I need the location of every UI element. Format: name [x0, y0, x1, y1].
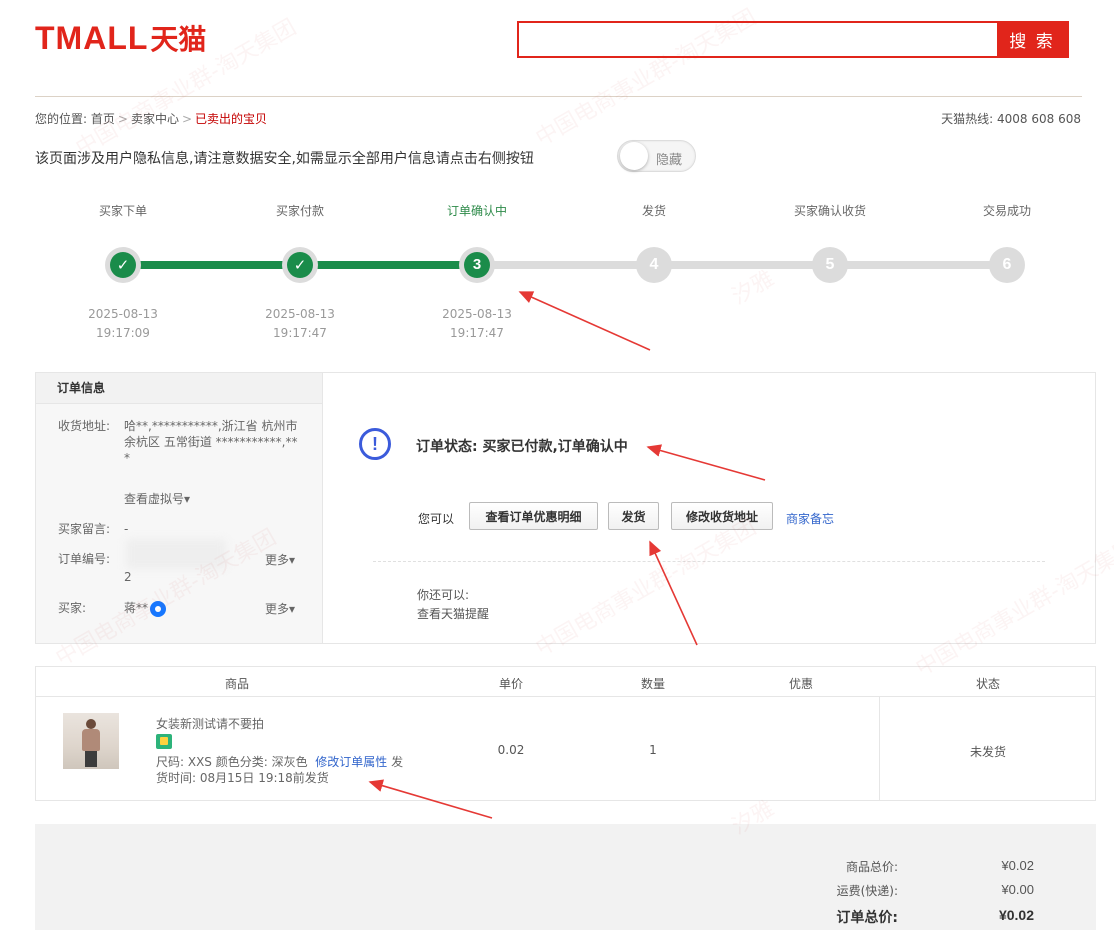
- ship-status: 未发货: [969, 745, 1007, 759]
- toggle-label: 隐藏: [656, 153, 683, 168]
- order-totals: 商品总价: ¥0.02 运费(快递): ¥0.00 订单总价: ¥0.02: [35, 824, 1096, 930]
- breadcrumb-home[interactable]: 首页: [91, 110, 115, 127]
- dashed-divider: [373, 561, 1045, 562]
- col-price: 单价: [498, 677, 524, 691]
- breadcrumb-current: 已卖出的宝贝: [195, 112, 268, 126]
- step-label-3: 订单确认中: [446, 204, 507, 218]
- order-status-area: ! 订单状态: 买家已付款,订单确认中 您可以 查看订单优惠明细 发货 修改收货…: [323, 373, 1095, 643]
- goods-total-value: ¥0.02: [1001, 858, 1034, 873]
- step-label-5: 买家确认收货: [793, 204, 866, 218]
- step-4-pending: 4: [636, 247, 672, 283]
- buyer-more-link[interactable]: 更多▾: [265, 600, 295, 617]
- step-3-time: 2025-08-13 19:17:47: [442, 307, 512, 340]
- logo-latin: TMALL: [35, 19, 149, 56]
- chat-icon[interactable]: [150, 600, 167, 617]
- address-row: 收货地址: 哈**,***********,浙江省 杭州市 余杭区 五常街道 **…: [58, 418, 300, 466]
- product-sku: 尺码: XXS 颜色分类: 深灰色: [156, 755, 308, 769]
- breadcrumb-prefix: 您的位置:: [35, 112, 88, 126]
- step-6-pending: 6: [989, 247, 1025, 283]
- product-tag-icon: [156, 734, 172, 749]
- order-number-row: 订单编号:: [58, 551, 124, 567]
- arrow-to-step-3: [518, 291, 651, 351]
- buyer-name: 蒋**: [124, 601, 149, 615]
- step-2-check-icon: ✓: [282, 247, 318, 283]
- also-label: 你还可以:: [417, 588, 470, 602]
- view-virtual-number-link[interactable]: 查看虚拟号▾: [124, 491, 190, 507]
- shipping-value: ¥0.00: [1001, 882, 1034, 897]
- table-header: 商品 单价 数量 优惠 状态: [36, 667, 1095, 697]
- privacy-notice: 该页面涉及用户隐私信息,请注意数据安全,如需显示全部用户信息请点击右侧按钮: [35, 151, 534, 167]
- shipping-label: 运费(快递):: [836, 884, 898, 898]
- modify-address-button[interactable]: 修改收货地址: [671, 502, 773, 530]
- breadcrumb: 您的位置: 首页 > 卖家中心 > 已卖出的宝贝: [35, 110, 267, 127]
- order-number-label: 订单编号:: [58, 552, 111, 566]
- step-2-time: 2025-08-13 19:17:47: [265, 307, 335, 340]
- col-product: 商品: [224, 677, 250, 691]
- order-number-blurred: [126, 539, 226, 569]
- breadcrumb-seller-center[interactable]: 卖家中心: [131, 110, 179, 127]
- product-thumbnail[interactable]: [63, 713, 119, 769]
- tmall-logo[interactable]: TMALL 天猫: [35, 19, 207, 57]
- quantity: 1: [649, 743, 657, 757]
- status-divider: [879, 697, 880, 800]
- order-total-label: 订单总价:: [836, 910, 898, 926]
- goods-total-label: 商品总价:: [845, 860, 898, 874]
- unit-price: 0.02: [497, 743, 525, 757]
- buyer-row: 买家: 蒋**: [58, 600, 167, 617]
- step-label-2: 买家付款: [275, 204, 324, 218]
- buyer-message-label: 买家留言:: [58, 522, 111, 536]
- ship-button[interactable]: 发货: [608, 502, 659, 530]
- logo-cn: 天猫: [150, 23, 207, 56]
- step-5-pending: 5: [812, 247, 848, 283]
- toggle-knob: [620, 142, 648, 170]
- product-name[interactable]: 女装新测试请不要拍: [156, 715, 264, 732]
- order-more-link[interactable]: 更多▾: [265, 551, 295, 568]
- breadcrumb-separator: >: [117, 111, 128, 126]
- merchant-note-link[interactable]: 商家备忘: [786, 510, 834, 527]
- tmall-reminder-link[interactable]: 查看天猫提醒: [417, 605, 489, 624]
- you-can-label: 您可以: [418, 512, 455, 526]
- step-1-time: 2025-08-13 19:17:09: [88, 307, 158, 340]
- buyer-message-row: 买家留言: -: [58, 521, 128, 537]
- view-discount-detail-button[interactable]: 查看订单优惠明细: [469, 502, 598, 530]
- order-number-tail: 2: [124, 570, 132, 584]
- order-total-value: ¥0.02: [998, 907, 1034, 923]
- order-info-sidebar: 订单信息 收货地址: 哈**,***********,浙江省 杭州市 余杭区 五常…: [36, 373, 323, 643]
- progress-track-todo: [477, 261, 1007, 269]
- address-label: 收货地址:: [58, 419, 111, 433]
- col-status: 状态: [975, 677, 1001, 691]
- search-button[interactable]: 搜 索: [997, 23, 1067, 56]
- hotline: 天猫热线: 4008 608 608: [941, 112, 1081, 126]
- order-info-title: 订单信息: [36, 373, 322, 404]
- buyer-label: 买家:: [58, 601, 87, 615]
- order-status-text: 订单状态: 买家已付款,订单确认中: [416, 439, 628, 455]
- step-1-check-icon: ✓: [105, 247, 141, 283]
- exclamation-circle-icon: !: [359, 428, 391, 460]
- search-input[interactable]: [519, 23, 997, 56]
- order-info-panel: 订单信息 收货地址: 哈**,***********,浙江省 杭州市 余杭区 五常…: [35, 372, 1096, 644]
- modify-attributes-link[interactable]: 修改订单属性: [315, 755, 387, 769]
- breadcrumb-separator: >: [181, 111, 193, 126]
- step-label-1: 买家下单: [98, 204, 147, 218]
- step-label-6: 交易成功: [982, 204, 1031, 218]
- product-attributes: 尺码: XXS 颜色分类: 深灰色 修改订单属性 发货时间: 08月15日 19…: [156, 754, 406, 786]
- step-3-current: 3: [459, 247, 495, 283]
- product-table: 商品 单价 数量 优惠 状态 女装新测试请不要拍 尺码: XXS 颜色分类: 深…: [35, 666, 1096, 801]
- col-quantity: 数量: [640, 677, 666, 691]
- address-value: 哈**,***********,浙江省 杭州市 余杭区 五常街道 *******…: [124, 419, 298, 465]
- also-section: 你还可以: 查看天猫提醒: [417, 586, 489, 624]
- buyer-message-value: -: [124, 522, 129, 536]
- col-discount: 优惠: [788, 677, 814, 691]
- step-label-4: 发货: [641, 204, 666, 218]
- header-divider: [35, 96, 1082, 97]
- search-bar: 搜 索: [517, 21, 1069, 58]
- privacy-toggle[interactable]: 隐藏: [617, 140, 696, 172]
